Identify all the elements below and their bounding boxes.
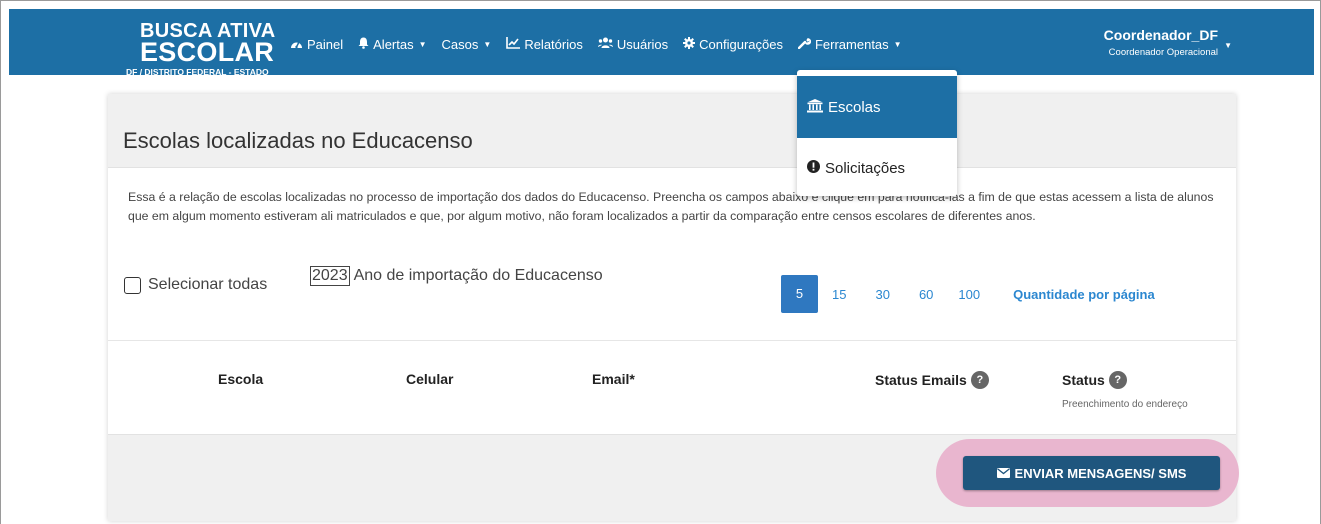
page-size-30[interactable]: 30 (875, 287, 889, 302)
dropdown-label-solicitacoes: Solicitações (825, 159, 906, 177)
import-year: 2023 Ano de importação do Educacenso (310, 266, 603, 286)
nav-item-casos[interactable]: Casos ▼ (442, 37, 492, 52)
chevron-down-icon: ▼ (893, 40, 902, 49)
page-description: Essa é a relação de escolas localizadas … (128, 190, 1214, 223)
page-size-5[interactable]: 5 (781, 275, 818, 313)
nav-item-configuracoes[interactable]: Configurações (683, 37, 783, 52)
divider (108, 340, 1236, 341)
column-status: Status ? (1062, 371, 1127, 389)
gear-icon (683, 37, 696, 52)
schools-panel: Escolas localizadas no Educacenso Essa é… (108, 94, 1239, 521)
envelope-icon (996, 466, 1010, 481)
checkbox-box[interactable] (124, 276, 141, 294)
chevron-down-icon: ▼ (483, 40, 492, 49)
nav-label-alertas: Alertas (373, 37, 414, 52)
help-icon[interactable]: ? (1108, 371, 1127, 389)
nav-item-alertas[interactable]: Alertas ▼ (358, 37, 427, 52)
brand-line-2: ESCOLAR (140, 37, 275, 67)
panel-header: Escolas localizadas no Educacenso (108, 94, 1236, 168)
nav-label-configuracoes: Configurações (699, 37, 783, 52)
page-title: Escolas localizadas no Educacenso (123, 128, 473, 153)
year-label: Ano de importação do Educacenso (353, 267, 603, 284)
bell-icon (358, 37, 369, 52)
column-status-emails: Status Emails ? (875, 371, 989, 389)
institution-icon (807, 98, 823, 116)
year-value[interactable]: 2023 (310, 266, 350, 286)
select-all-label: Selecionar todas (148, 276, 268, 293)
nav-label-casos: Casos (441, 37, 479, 52)
column-celular: Celular (406, 371, 454, 387)
line-chart-icon (506, 37, 521, 52)
dropdown-item-escolas[interactable]: Escolas (797, 76, 957, 138)
nav-label-usuarios: Usuários (616, 37, 669, 52)
ferramentas-dropdown: Escolas Solicitações (797, 70, 957, 196)
user-menu[interactable]: Coordenador_DF Coordenador Operacional (1104, 27, 1218, 58)
brand-region: DF / DISTRITO FEDERAL - ESTADO (126, 67, 269, 77)
nav-label-painel: Painel (307, 37, 344, 52)
send-messages-label: ENVIAR MENSAGENS/ SMS (1014, 465, 1187, 481)
chevron-down-icon: ▼ (418, 40, 427, 49)
page-size-selector: 5 15 30 60 100 Quantidade por página (781, 275, 1155, 313)
nav-label-ferramentas: Ferramentas (814, 37, 889, 52)
dashboard-icon (290, 38, 303, 52)
dropdown-item-solicitacoes[interactable]: Solicitações (797, 144, 957, 192)
chevron-down-icon[interactable]: ▼ (1224, 41, 1232, 50)
nav-item-usuarios[interactable]: Usuários (597, 37, 669, 52)
exclamation-circle-icon (807, 160, 820, 176)
user-role: Coordenador Operacional (1108, 47, 1218, 58)
page-size-100[interactable]: 100 (958, 287, 980, 302)
column-status-label: Status (1062, 372, 1105, 388)
nav-label-relatorios: Relatórios (524, 37, 583, 52)
column-status-emails-label: Status Emails (875, 372, 967, 388)
select-all-checkbox[interactable]: Selecionar todas (124, 276, 267, 294)
dropdown-label-escolas: Escolas (828, 98, 881, 116)
nav-item-relatorios[interactable]: Relatórios (506, 37, 583, 52)
column-escola: Escola (218, 371, 264, 387)
page-size-60[interactable]: 60 (919, 287, 933, 302)
column-email: Email* (592, 371, 635, 387)
users-icon (597, 37, 613, 52)
top-navbar: BUSCA ATIVA ESCOLAR DF / DISTRITO FEDERA… (9, 9, 1314, 77)
column-status-subtitle: Preenchimento do endereço (1062, 399, 1188, 410)
wrench-icon (797, 37, 812, 52)
nav-item-ferramentas[interactable]: Ferramentas ▼ (797, 37, 902, 52)
nav-item-painel[interactable]: Painel (290, 37, 343, 52)
page-size-label: Quantidade por página (1013, 286, 1155, 302)
main-nav: Painel Alertas ▼ Casos ▼ Relatórios Usuá… (290, 37, 917, 52)
page-size-15[interactable]: 15 (832, 287, 846, 302)
user-name: Coordenador_DF (1103, 27, 1218, 43)
help-icon[interactable]: ? (970, 371, 989, 389)
send-messages-button[interactable]: ENVIAR MENSAGENS/ SMS (963, 456, 1220, 490)
